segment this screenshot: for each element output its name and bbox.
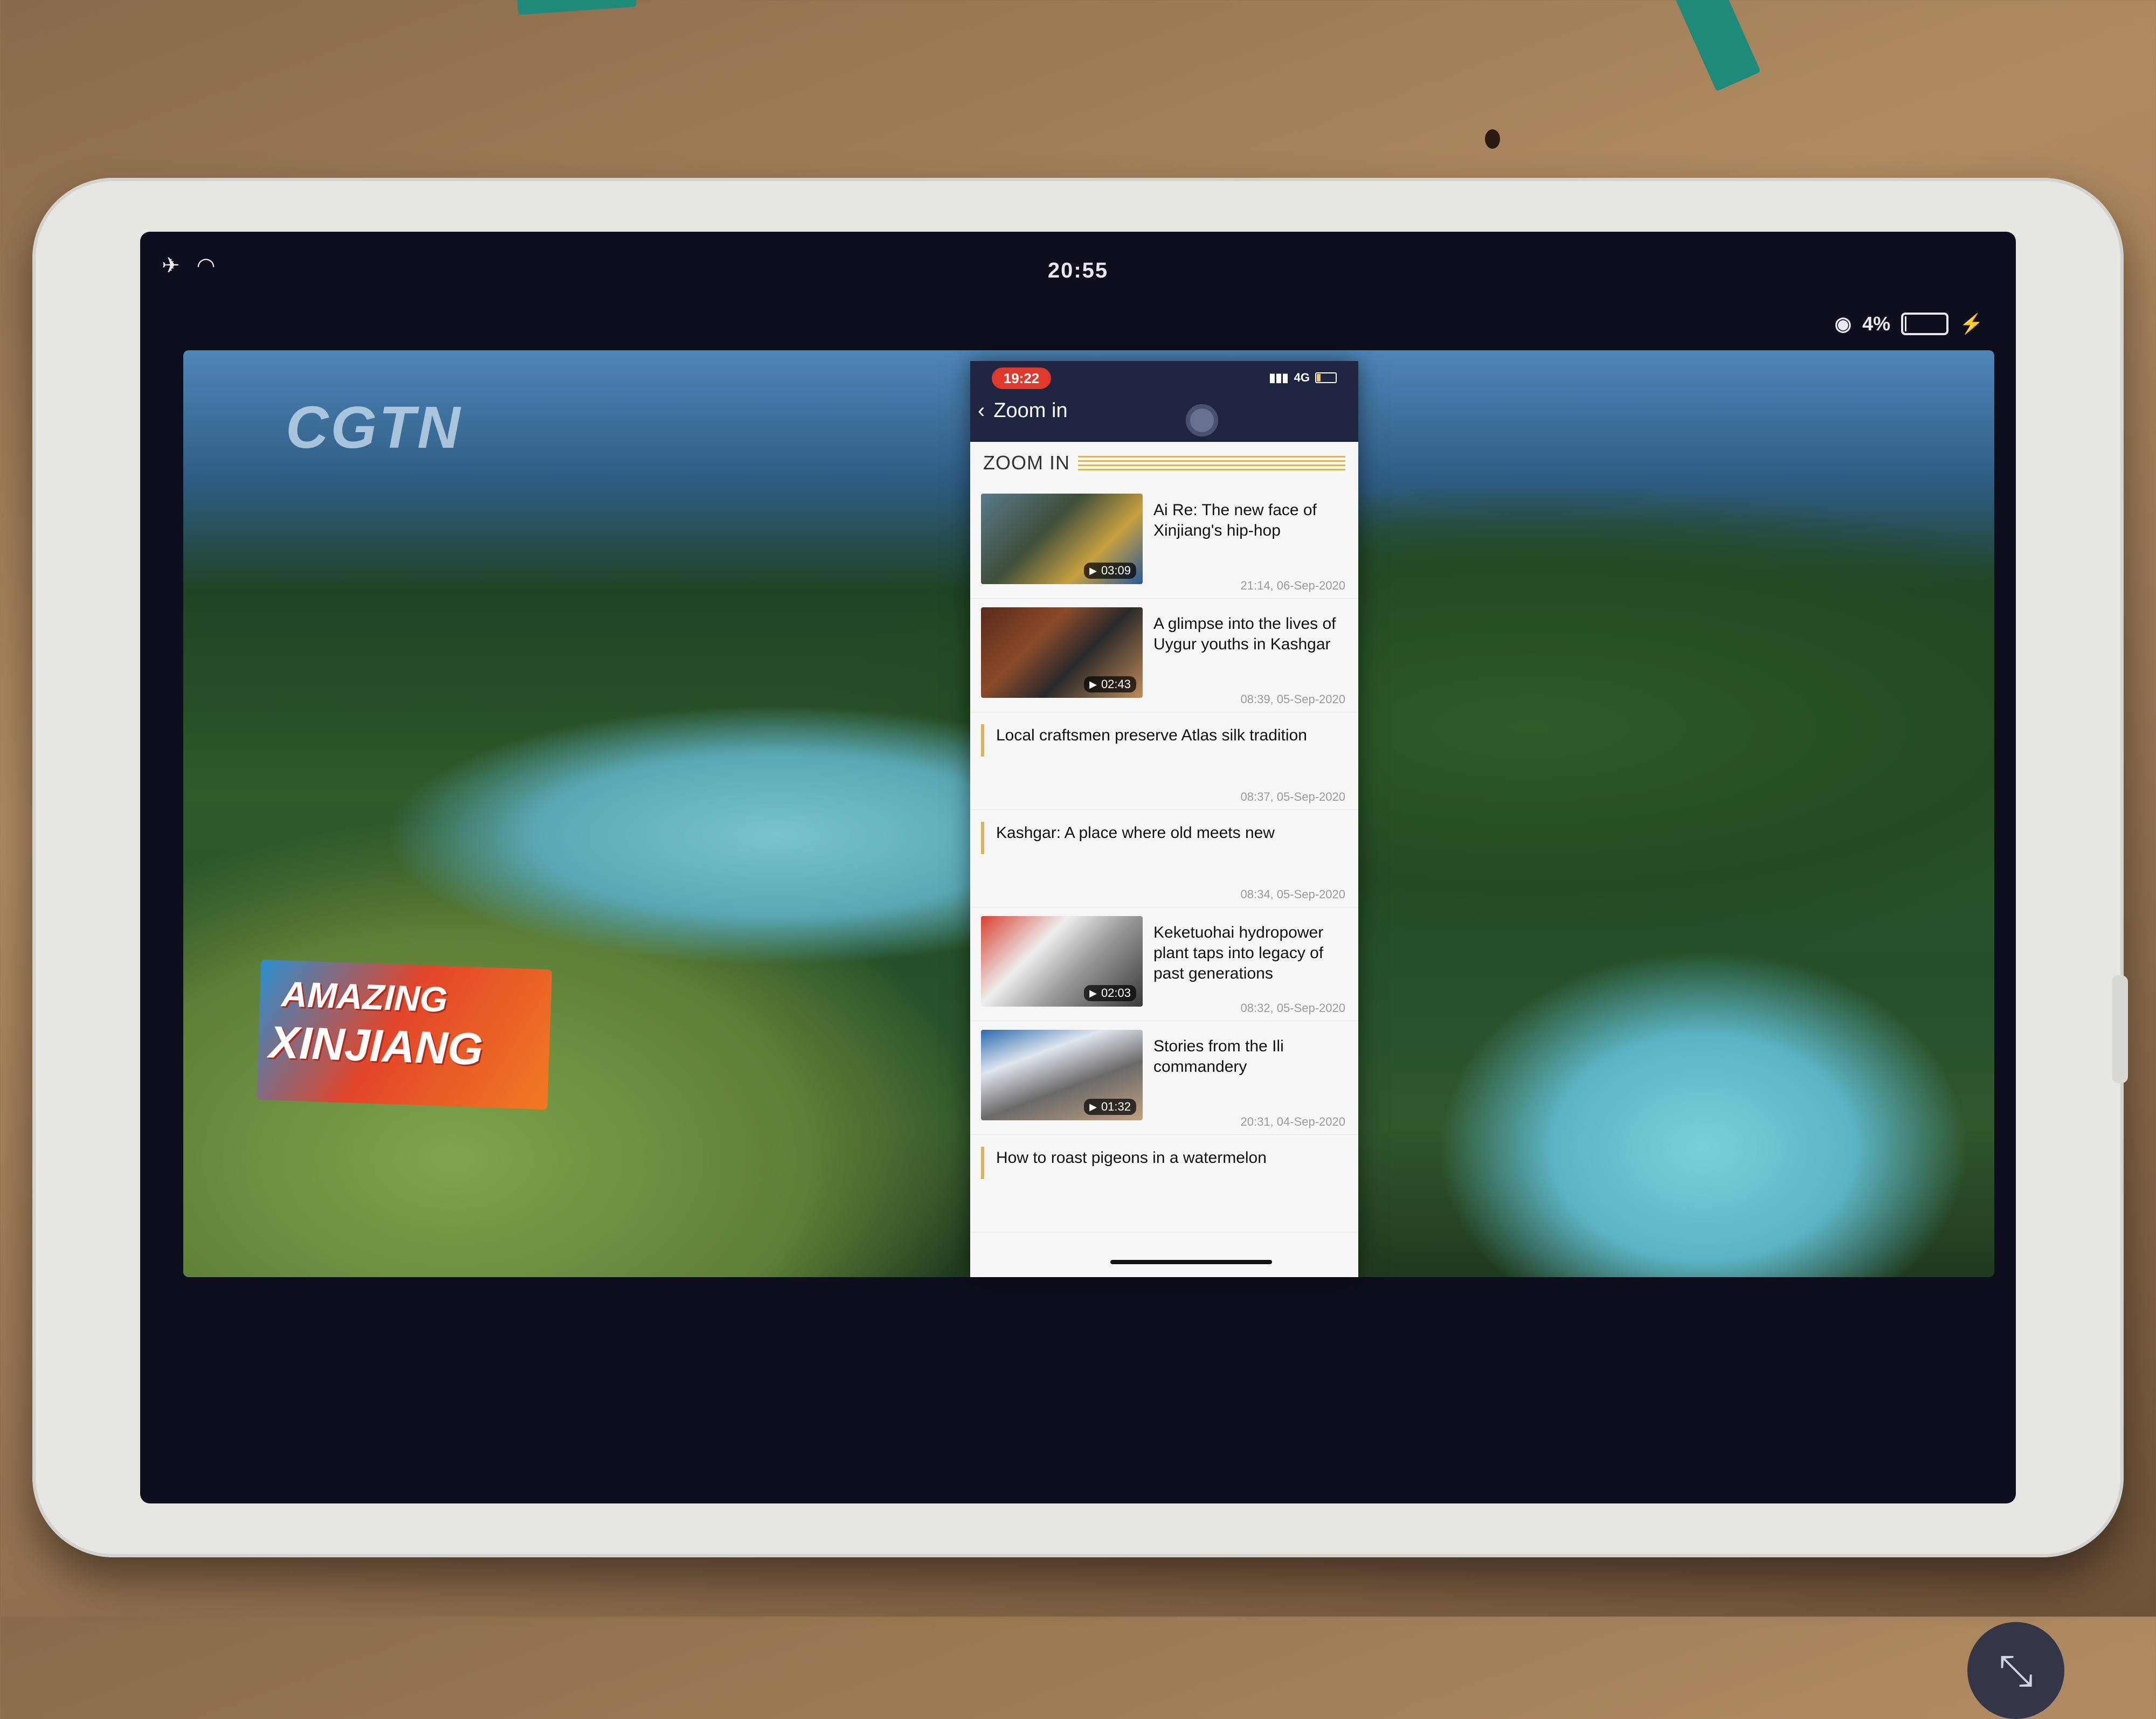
status-right: ◉ 4% ⚡ xyxy=(1835,313,1984,335)
duration-badge: ▶ 02:03 xyxy=(1084,985,1136,1001)
desk-spot xyxy=(1485,129,1500,149)
chevron-left-icon: ‹ xyxy=(978,399,985,422)
item-title[interactable]: A glimpse into the lives of Uygur youths… xyxy=(1153,614,1345,655)
status-bar: ✈ ︎◠ 20:55 ◉ 4% ⚡ xyxy=(140,232,2016,339)
duration-text: 02:03 xyxy=(1101,986,1131,1000)
item-title[interactable]: Local craftsmen preserve Atlas silk trad… xyxy=(996,725,1345,746)
phone-signal: ▮▮▮ 4G xyxy=(1269,371,1337,385)
list-item[interactable]: ▶ 03:09 Ai Re: The new face of Xinjiang's… xyxy=(970,485,1358,599)
item-title[interactable]: Stories from the Ili commandery xyxy=(1153,1036,1345,1077)
video-thumbnail[interactable]: ▶ 02:43 xyxy=(981,607,1143,698)
cgtn-logo: CGTN xyxy=(286,394,462,461)
item-date: 08:39, 05-Sep-2020 xyxy=(1240,692,1346,706)
collapse-arrows-icon: ⤡ xyxy=(1999,1646,2033,1694)
phone-time: 19:22 xyxy=(992,368,1051,389)
section-title: ZOOM IN xyxy=(983,452,1070,474)
item-date: 08:32, 05-Sep-2020 xyxy=(1240,1001,1346,1015)
network-type: 4G xyxy=(1294,371,1310,384)
duration-text: 03:09 xyxy=(1101,564,1131,577)
item-title[interactable]: How to roast pigeons in a watermelon xyxy=(996,1148,1345,1168)
orientation-lock-icon: ◉ xyxy=(1834,313,1852,335)
play-icon: ▶ xyxy=(1089,1101,1097,1112)
play-icon: ▶ xyxy=(1089,678,1097,690)
section-stripes xyxy=(1078,456,1345,471)
assistive-touch-icon[interactable] xyxy=(1186,404,1218,436)
list-item[interactable]: How to roast pigeons in a watermelon xyxy=(970,1135,1358,1232)
side-button xyxy=(2112,975,2128,1083)
exit-fullscreen-button[interactable]: ⤡ xyxy=(1967,1622,2064,1719)
accent-bar xyxy=(981,724,984,757)
item-date: 20:31, 04-Sep-2020 xyxy=(1240,1115,1346,1128)
amazing-xinjiang-badge: AMAZING XINJIANG xyxy=(256,959,552,1110)
duration-text: 01:32 xyxy=(1101,1100,1131,1113)
charging-icon: ⚡ xyxy=(1959,313,1984,335)
signal-bars-icon: ▮▮▮ xyxy=(1269,371,1289,384)
item-date: 08:37, 05-Sep-2020 xyxy=(1240,790,1346,803)
list-item[interactable]: Local craftsmen preserve Atlas silk trad… xyxy=(970,712,1358,810)
desk-tape-left xyxy=(516,0,637,15)
back-label: Zoom in xyxy=(993,399,1068,422)
phone-header: 19:22 ▮▮▮ 4G ‹ Zoom in xyxy=(970,361,1358,442)
battery-icon xyxy=(1901,313,1949,335)
badge-line-2: XINJIANG xyxy=(268,1016,484,1075)
duration-badge: ▶ 03:09 xyxy=(1084,563,1136,579)
desk-tape-right xyxy=(1673,0,1761,92)
ipad-device: ✈ ︎◠ 20:55 ◉ 4% ⚡ CGTN AMAZING XINJIANG … xyxy=(32,178,2128,1719)
list-item[interactable]: ▶ 02:43 A glimpse into the lives of Uygur… xyxy=(970,599,1358,712)
duration-text: 02:43 xyxy=(1101,677,1131,691)
status-time: 20:55 xyxy=(1047,259,1109,282)
video-thumbnail[interactable]: ▶ 01:32 xyxy=(981,1030,1143,1120)
item-date: 08:34, 05-Sep-2020 xyxy=(1240,888,1346,901)
play-icon: ▶ xyxy=(1089,987,1097,999)
news-feed: ▶ 03:09 Ai Re: The new face of Xinjiang's… xyxy=(970,485,1358,1232)
video-thumbnail[interactable]: ▶ 03:09 xyxy=(981,494,1143,584)
phone-battery-icon xyxy=(1315,372,1337,383)
duration-badge: ▶ 01:32 xyxy=(1084,1099,1136,1115)
item-title[interactable]: Ai Re: The new face of Xinjiang's hip-ho… xyxy=(1153,500,1345,541)
screen: ✈ ︎◠ 20:55 ◉ 4% ⚡ CGTN AMAZING XINJIANG … xyxy=(140,232,2016,1503)
list-item[interactable]: ▶ 02:03 Keketuohai hydropower plant taps … xyxy=(970,907,1358,1021)
section-header: ZOOM IN xyxy=(970,442,1358,485)
item-title[interactable]: Kashgar: A place where old meets new xyxy=(996,823,1345,843)
phone-screen-recording: 19:22 ▮▮▮ 4G ‹ Zoom in ZOOM IN ▶ 03:09 A… xyxy=(970,361,1358,1277)
list-item[interactable]: Kashgar: A place where old meets new 08:… xyxy=(970,810,1358,907)
play-icon: ▶ xyxy=(1089,565,1097,576)
accent-bar xyxy=(981,1147,984,1179)
item-date: 21:14, 06-Sep-2020 xyxy=(1240,579,1346,592)
battery-percent: 4% xyxy=(1862,313,1891,335)
list-item[interactable]: ▶ 01:32 Stories from the Ili commandery 2… xyxy=(970,1021,1358,1135)
badge-line-1: AMAZING xyxy=(281,974,448,1020)
accent-bar xyxy=(981,822,984,854)
back-button[interactable]: ‹ Zoom in xyxy=(978,399,1068,423)
home-indicator[interactable] xyxy=(1110,1260,1272,1264)
video-thumbnail[interactable]: ▶ 02:03 xyxy=(981,916,1143,1007)
duration-badge: ▶ 02:43 xyxy=(1084,676,1136,692)
item-title[interactable]: Keketuohai hydropower plant taps into le… xyxy=(1153,923,1345,984)
